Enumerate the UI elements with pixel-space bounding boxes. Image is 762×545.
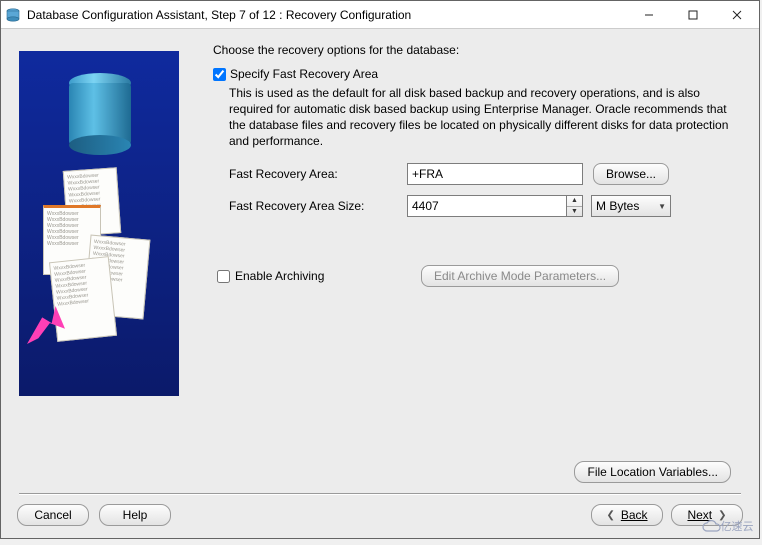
nav-row: Cancel Help ❮Back Next❯ bbox=[1, 494, 759, 538]
specify-fra-label: Specify Fast Recovery Area bbox=[230, 67, 378, 81]
maximize-button[interactable] bbox=[671, 1, 715, 29]
fra-size-label: Fast Recovery Area Size: bbox=[229, 199, 407, 213]
spinner-up-icon[interactable]: ▲ bbox=[567, 196, 582, 207]
arrow-icon bbox=[27, 306, 65, 344]
enable-archiving-checkbox[interactable] bbox=[217, 270, 230, 283]
fra-size-input[interactable] bbox=[407, 195, 567, 217]
back-button[interactable]: ❮Back bbox=[591, 504, 663, 526]
window-title: Database Configuration Assistant, Step 7… bbox=[27, 8, 627, 22]
close-button[interactable] bbox=[715, 1, 759, 29]
enable-archiving-label: Enable Archiving bbox=[235, 269, 421, 283]
fra-area-input[interactable] bbox=[407, 163, 583, 185]
fra-size-unit-select[interactable]: M Bytes ▼ bbox=[591, 195, 671, 217]
header-text: Choose the recovery options for the data… bbox=[213, 43, 741, 57]
cancel-button[interactable]: Cancel bbox=[17, 504, 89, 526]
edit-archive-params-button[interactable]: Edit Archive Mode Parameters... bbox=[421, 265, 619, 287]
help-button[interactable]: Help bbox=[99, 504, 171, 526]
content-area: WxxxBdowser WxxxBdowser WxxxBdowser Wxxx… bbox=[1, 29, 759, 538]
fra-size-unit-value: M Bytes bbox=[596, 199, 639, 213]
specify-fra-checkbox[interactable] bbox=[213, 68, 226, 81]
minimize-button[interactable] bbox=[627, 1, 671, 29]
app-icon bbox=[5, 7, 21, 23]
form-area: Choose the recovery options for the data… bbox=[213, 39, 741, 455]
spinner-down-icon[interactable]: ▼ bbox=[567, 207, 582, 217]
chevron-left-icon: ❮ bbox=[606, 510, 614, 521]
titlebar: Database Configuration Assistant, Step 7… bbox=[1, 1, 759, 29]
watermark: 亿速云 bbox=[698, 513, 756, 539]
browse-button[interactable]: Browse... bbox=[593, 163, 669, 185]
chevron-down-icon: ▼ bbox=[658, 202, 666, 211]
wizard-graphic: WxxxBdowser WxxxBdowser WxxxBdowser Wxxx… bbox=[19, 51, 179, 396]
file-location-variables-button[interactable]: File Location Variables... bbox=[574, 461, 731, 483]
dialog-window: Database Configuration Assistant, Step 7… bbox=[0, 0, 760, 539]
specify-fra-description: This is used as the default for all disk… bbox=[229, 85, 741, 149]
cloud-icon bbox=[701, 519, 721, 533]
fra-area-label: Fast Recovery Area: bbox=[229, 167, 407, 181]
fra-size-spinner[interactable]: ▲▼ bbox=[567, 195, 583, 217]
